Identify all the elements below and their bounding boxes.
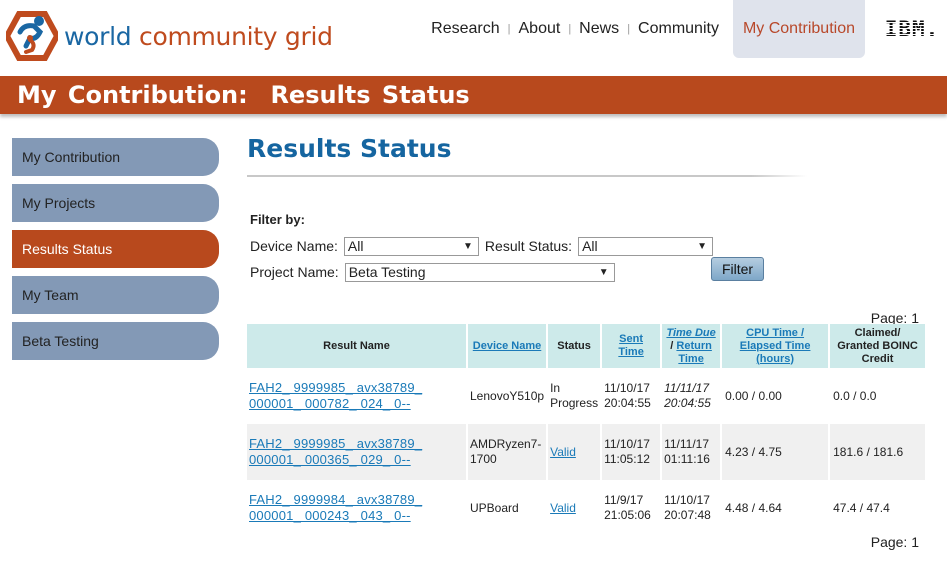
status-valid-link[interactable]: Valid <box>550 445 576 459</box>
cell-device: UPBoard <box>467 480 549 536</box>
cell-result-name: FAH2_ 9999985_ avx38789_ 000001_ 000782_… <box>247 368 468 424</box>
return-date: 11/11/17 <box>664 381 710 395</box>
device-name-label: Device Name: <box>250 238 338 254</box>
table-row: FAH2_ 9999985_ avx38789_ 000001_ 000365_… <box>247 424 925 480</box>
cell-credit: 0.0 / 0.0 <box>833 388 877 403</box>
site-header: world community grid Research | About | … <box>0 0 947 76</box>
dropdown-arrow-icon: ▼ <box>598 266 609 278</box>
sent-date: 11/9/17 <box>604 493 644 507</box>
header-result-name: Result Name <box>247 324 468 368</box>
results-table: Result Name Device Name Status Sent Time… <box>247 324 925 536</box>
main-content: Results Status Filter by: Device Name: A… <box>247 132 927 550</box>
result-name-link[interactable]: FAH2_ 9999984_ avx38789_ 000001_ 000243_… <box>249 492 422 523</box>
cell-status: In Progress <box>547 368 603 424</box>
result-name-link[interactable]: FAH2_ 9999985_ avx38789_ 000001_ 000782_… <box>249 380 422 411</box>
nav-research[interactable]: Research <box>423 0 507 58</box>
header-time-due-return: Time Due / Return Time <box>661 324 723 368</box>
cell-sent-time: 11/9/17 21:05:06 <box>601 480 663 536</box>
sidebar-item-my-projects[interactable]: My Projects <box>12 184 219 222</box>
sort-time-due-link[interactable]: Time Due <box>666 327 715 339</box>
sidebar-item-beta-testing[interactable]: Beta Testing <box>12 322 219 360</box>
cell-return-time: 11/10/17 20:07:48 <box>661 480 723 536</box>
cell-sent-time: 11/10/17 11:05:12 <box>601 424 663 480</box>
cell-return-time: 11/11/17 20:04:55 <box>661 368 723 424</box>
logo-word-community-grid: community grid <box>139 21 333 51</box>
sort-return-time-link[interactable]: Return Time <box>676 340 711 365</box>
header-sent-time[interactable]: Sent Time <box>601 324 663 368</box>
banner-title: My Contribution: Results Status <box>17 81 470 109</box>
section-banner: My Contribution: Results Status <box>0 76 947 114</box>
device-name-select[interactable]: All ▼ <box>343 236 479 256</box>
header-credit: Claimed/ Granted BOINC Credit <box>829 324 925 368</box>
title-divider <box>247 175 807 177</box>
cell-result-name: FAH2_ 9999985_ avx38789_ 000001_ 000365_… <box>247 424 468 480</box>
filter-form: Filter by: Device Name: All ▼ Result Sta… <box>250 212 764 285</box>
dropdown-arrow-icon: ▼ <box>463 240 473 252</box>
filter-button[interactable]: Filter <box>711 257 764 281</box>
sort-cpu-time-link[interactable]: CPU Time / Elapsed Time (hours) <box>740 327 811 365</box>
sent-clock: 20:04:55 <box>604 396 651 410</box>
sent-date: 11/10/17 <box>604 437 650 451</box>
return-clock: 01:11:16 <box>664 452 710 466</box>
ibm-logo[interactable]: IBM. <box>877 17 947 41</box>
logo-word-world: world <box>64 21 132 51</box>
status-valid-link[interactable]: Valid <box>550 501 576 515</box>
project-name-label: Project Name: <box>250 264 339 280</box>
device-name-value: All <box>347 237 364 254</box>
return-clock: 20:07:48 <box>664 508 711 522</box>
ibm-logo-text: IBM. <box>884 17 940 41</box>
wcg-hexagon-logo-icon <box>6 11 58 61</box>
cell-credit: 47.4 / 47.4 <box>833 500 890 515</box>
header-slash: / <box>670 339 674 352</box>
header-cpu-time[interactable]: CPU Time / Elapsed Time (hours) <box>721 324 831 368</box>
cell-status: Valid <box>547 424 603 480</box>
filter-heading: Filter by: <box>250 212 305 227</box>
sent-clock: 11:05:12 <box>604 452 650 466</box>
sort-sent-time-link[interactable]: Sent Time <box>618 333 643 358</box>
table-header-row: Result Name Device Name Status Sent Time… <box>247 324 925 368</box>
cell-credit: 181.6 / 181.6 <box>829 424 925 480</box>
header-device-name[interactable]: Device Name <box>467 324 549 368</box>
result-status-value: All <box>582 237 598 254</box>
cell-cpu-elapsed: 0.00 / 0.00 <box>721 368 831 424</box>
nav-news[interactable]: News <box>571 0 627 58</box>
logo-wordmark: world community grid <box>64 22 333 51</box>
sidebar-item-my-team[interactable]: My Team <box>12 276 219 314</box>
top-navigation: Research | About | News | Community My C… <box>423 0 947 58</box>
cell-device: LenovoY510p <box>467 368 549 424</box>
cell-sent-time: 11/10/17 20:04:55 <box>601 368 663 424</box>
project-name-value: Beta Testing <box>348 263 426 280</box>
nav-about[interactable]: About <box>511 0 569 58</box>
project-name-select[interactable]: Beta Testing ▼ <box>344 262 615 282</box>
cell-status: Valid <box>547 480 603 536</box>
sort-device-name-link[interactable]: Device Name <box>473 340 542 352</box>
cell-return-time: 11/11/17 01:11:16 <box>661 424 723 480</box>
nav-community[interactable]: Community <box>630 0 727 58</box>
cell-result-name: FAH2_ 9999984_ avx38789_ 000001_ 000243_… <box>247 480 468 536</box>
site-logo[interactable]: world community grid <box>6 10 333 62</box>
table-row: FAH2_ 9999985_ avx38789_ 000001_ 000782_… <box>247 368 925 424</box>
header-status: Status <box>547 324 603 368</box>
cell-cpu-elapsed: 4.23 / 4.75 <box>721 424 831 480</box>
sidebar: My Contribution My Projects Results Stat… <box>12 138 219 368</box>
return-clock: 20:04:55 <box>664 396 711 410</box>
dropdown-arrow-icon: ▼ <box>697 240 708 252</box>
result-name-link[interactable]: FAH2_ 9999985_ avx38789_ 000001_ 000365_… <box>249 436 422 467</box>
return-date: 11/10/17 <box>664 493 710 507</box>
sent-clock: 21:05:06 <box>604 508 651 522</box>
page-title: Results Status <box>247 134 452 163</box>
sent-date: 11/10/17 <box>604 381 650 395</box>
table-row: FAH2_ 9999984_ avx38789_ 000001_ 000243_… <box>247 480 925 536</box>
result-status-label: Result Status: <box>484 238 573 254</box>
return-date: 11/11/17 <box>664 437 710 451</box>
cell-device: AMDRyzen7-1700 <box>467 424 549 480</box>
sidebar-item-results-status[interactable]: Results Status <box>12 230 219 268</box>
result-status-select[interactable]: All ▼ <box>578 236 714 256</box>
cell-cpu-elapsed: 4.48 / 4.64 <box>721 480 831 536</box>
nav-my-contribution[interactable]: My Contribution <box>732 0 865 58</box>
page-indicator-bottom: Page: 1 <box>870 534 919 550</box>
sidebar-item-my-contribution[interactable]: My Contribution <box>12 138 219 176</box>
